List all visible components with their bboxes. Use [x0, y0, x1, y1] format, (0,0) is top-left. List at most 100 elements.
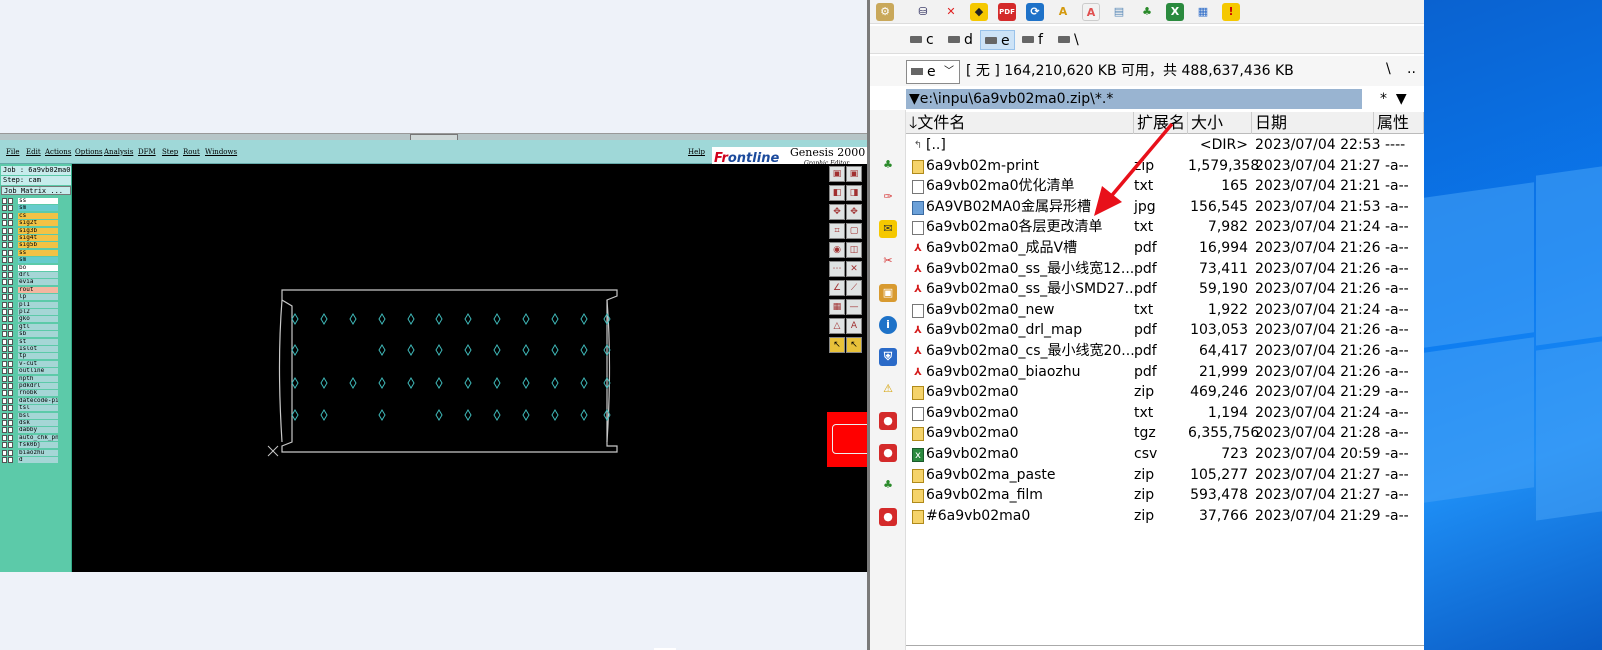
- layer-toggle[interactable]: [2, 220, 7, 227]
- layer-toggle[interactable]: [2, 257, 7, 264]
- drive-button-f[interactable]: f: [1018, 30, 1047, 50]
- layer-toggle[interactable]: [8, 323, 13, 330]
- layer-toggle[interactable]: [8, 294, 13, 301]
- layer-toggle[interactable]: [2, 316, 7, 323]
- layer-toggle[interactable]: [8, 301, 13, 308]
- layer-row[interactable]: pl2: [2, 309, 58, 316]
- layer-row[interactable]: biaozhu: [2, 449, 58, 457]
- layer-toggle[interactable]: [8, 309, 13, 315]
- layer-toggle[interactable]: [8, 205, 13, 212]
- menu-edit[interactable]: Edit: [26, 148, 41, 156]
- layer-toggle[interactable]: [2, 331, 7, 338]
- layer-toggle[interactable]: [2, 412, 7, 419]
- layer-toggle[interactable]: [2, 449, 7, 456]
- layer-toggle[interactable]: [2, 249, 7, 256]
- layer-toggle[interactable]: [2, 360, 7, 367]
- layer-toggle[interactable]: [8, 235, 13, 241]
- layer-toggle[interactable]: [8, 420, 13, 426]
- genesis-tool-button[interactable]: △: [829, 318, 845, 334]
- layer-toggle[interactable]: [2, 434, 7, 441]
- layer-toggle[interactable]: [2, 198, 7, 204]
- genesis-tool-button[interactable]: ◫: [846, 242, 862, 258]
- layer-toggle[interactable]: [2, 427, 7, 434]
- layer-row[interactable]: ss: [2, 198, 58, 205]
- app-icon[interactable]: ●: [879, 508, 897, 526]
- layer-row[interactable]: pdkdrl: [2, 383, 58, 390]
- layer-toggle[interactable]: [8, 442, 13, 449]
- layer-toggle[interactable]: [2, 323, 7, 330]
- info-icon[interactable]: i: [879, 316, 897, 334]
- layer-toggle[interactable]: [2, 301, 7, 308]
- mail-icon[interactable]: ✉: [879, 220, 897, 238]
- genesis-tool-button[interactable]: ⟋: [846, 280, 862, 296]
- pdf-icon[interactable]: PDF: [998, 3, 1016, 21]
- text-icon[interactable]: A: [1082, 3, 1100, 21]
- layer-toggle[interactable]: [2, 353, 7, 360]
- file-row[interactable]: 6a9vb02ma0_new txt 1,922 2023/07/04 21:24 -a…: [906, 300, 1424, 321]
- layer-toggle[interactable]: [8, 198, 13, 204]
- layer-row[interactable]: sig5b: [2, 242, 58, 249]
- genesis-tool-button[interactable]: ▢: [846, 223, 862, 239]
- layer-toggle[interactable]: [8, 338, 13, 345]
- file-row[interactable]: x 6a9vb02ma0 csv 723 2023/07/04 20:59 -a--: [906, 444, 1424, 465]
- print-icon[interactable]: ▤: [1110, 3, 1128, 21]
- layer-toggle[interactable]: [8, 397, 13, 404]
- file-row[interactable]: 6a9vb02ma_film zip 593,478 2023/07/04 21:27…: [906, 485, 1424, 506]
- pack-icon[interactable]: ◆: [970, 3, 988, 21]
- tree-icon[interactable]: ♣: [879, 156, 897, 174]
- image-icon[interactable]: ▣: [879, 284, 897, 302]
- layer-toggle[interactable]: [8, 346, 13, 352]
- layer-toggle[interactable]: [2, 346, 7, 352]
- layer-toggle[interactable]: [8, 449, 13, 456]
- job-matrix-button[interactable]: Job Matrix ...: [1, 186, 71, 195]
- layer-toggle[interactable]: [2, 442, 7, 449]
- layer-toggle[interactable]: [8, 375, 13, 382]
- layer-toggle[interactable]: [8, 220, 13, 227]
- genesis-tool-button[interactable]: ▦: [829, 299, 845, 315]
- layer-toggle[interactable]: [8, 249, 13, 256]
- layer-row[interactable]: dsk: [2, 420, 58, 427]
- layer-row[interactable]: sig2t: [2, 220, 58, 227]
- layer-row[interactable]: gtl: [2, 323, 58, 331]
- layer-toggle[interactable]: [2, 397, 7, 404]
- layer-toggle[interactable]: [2, 420, 7, 426]
- file-row[interactable]: 6a9vb02ma0 tgz 6,355,756 2023/07/04 21:28 -a…: [906, 423, 1424, 444]
- layer-row[interactable]: npth: [2, 375, 58, 383]
- layer-row[interactable]: rnobk: [2, 390, 58, 397]
- layer-row[interactable]: v-cut: [2, 360, 58, 368]
- genesis-tool-button[interactable]: ↖: [829, 337, 845, 353]
- menu-file[interactable]: File: [6, 148, 19, 156]
- layer-toggle[interactable]: [8, 405, 13, 412]
- path-bar[interactable]: ▼e:\inpu\6a9vb02ma0.zip\*.*: [906, 89, 1362, 109]
- layer-row[interactable]: sb: [2, 331, 58, 338]
- layer-row[interactable]: tsl: [2, 405, 58, 412]
- file-row[interactable]: ⅄ 6a9vb02ma0_drl_map pdf 103,053 2023/07/04 …: [906, 320, 1424, 341]
- layer-toggle[interactable]: [8, 242, 13, 249]
- app-icon[interactable]: ●: [879, 412, 897, 430]
- layer-toggle[interactable]: [8, 390, 13, 397]
- genesis-tool-button[interactable]: ◉: [829, 242, 845, 258]
- layer-toggle[interactable]: [2, 375, 7, 382]
- drive-button-c[interactable]: c: [906, 30, 938, 50]
- file-row[interactable]: ⅄ 6a9vb02ma0_成品V槽 pdf 16,994 2023/07/04 21:2…: [906, 238, 1424, 259]
- layer-row[interactable]: sig3b: [2, 227, 58, 235]
- layer-row[interactable]: sig4t: [2, 235, 58, 242]
- col-date[interactable]: 日期: [1252, 112, 1374, 134]
- layer-row[interactable]: st: [2, 338, 58, 346]
- cut-icon[interactable]: ✂: [879, 252, 897, 270]
- layer-row[interactable]: dabby: [2, 427, 58, 434]
- layer-toggle[interactable]: [2, 212, 7, 219]
- menu-options[interactable]: Options: [75, 148, 103, 156]
- shield-icon[interactable]: !: [1222, 3, 1240, 21]
- genesis-tool-button[interactable]: ⋯: [829, 261, 845, 277]
- file-row[interactable]: 6a9vb02ma0 zip 469,246 2023/07/04 21:29 -a--: [906, 382, 1424, 403]
- layer-toggle[interactable]: [8, 316, 13, 323]
- layer-toggle[interactable]: [8, 360, 13, 367]
- layer-row[interactable]: sm: [2, 205, 58, 212]
- layer-toggle[interactable]: [8, 212, 13, 219]
- layer-toggle[interactable]: [2, 235, 7, 241]
- layer-row[interactable]: auto_chk_pn: [2, 434, 58, 442]
- genesis-tool-button[interactable]: ⌗: [829, 223, 845, 239]
- file-row[interactable]: ⅄ 6a9vb02ma0_biaozhu pdf 21,999 2023/07/04 2…: [906, 362, 1424, 383]
- layer-row[interactable]: fsk0bj: [2, 442, 58, 449]
